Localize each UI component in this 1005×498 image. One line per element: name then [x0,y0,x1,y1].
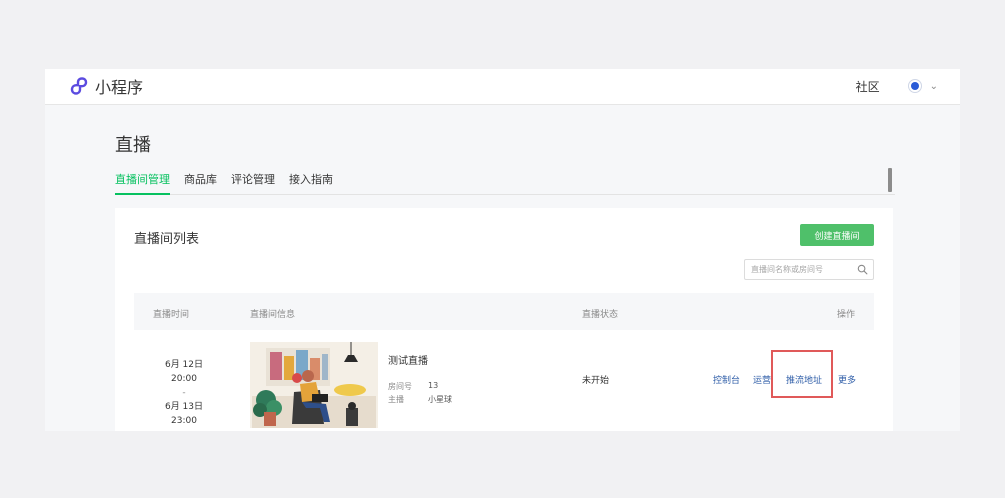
more-link[interactable]: 更多 [838,373,856,386]
tab-access-guide[interactable]: 接入指南 [289,173,333,195]
tab-product-library[interactable]: 商品库 [184,173,217,195]
search-icon[interactable] [857,264,868,275]
highlight-box [771,350,833,398]
user-avatar-icon[interactable] [907,79,922,93]
time-separator: - [182,388,186,398]
community-link[interactable]: 社区 [856,78,880,95]
table-row: 6月 12日 20:00 - 6月 13日 23:00 测试直播 房间号 13 … [134,330,874,428]
end-time: 6月 13日 23:00 [164,402,204,426]
header-actions: 操作 [837,310,856,320]
tab-live-room-management[interactable]: 直播间管理 [115,173,170,195]
live-room-cover-image[interactable] [250,342,378,428]
room-number-line: 房间号 13 [388,381,438,392]
header-time: 直播时间 [153,310,190,320]
search-box [744,259,874,280]
room-number-label: 房间号 [388,382,412,391]
start-time: 6月 12日 20:00 [164,360,204,384]
header-status: 直播状态 [582,310,619,320]
scrollbar-thumb[interactable] [888,168,892,192]
brand[interactable]: 小程序 [69,75,143,97]
search-input[interactable] [751,262,851,277]
tab-comment-management[interactable]: 评论管理 [231,173,275,195]
host-label: 主播 [388,395,404,404]
status-badge: 未开始 [582,376,610,386]
mini-program-logo-icon [70,77,88,95]
create-live-room-button[interactable]: 创建直播间 [800,224,874,246]
host-name: 小星球 [428,395,452,404]
table-header: 直播时间 直播间信息 直播状态 操作 [134,293,874,330]
card-title: 直播间列表 [134,232,200,247]
header-info: 直播间信息 [250,310,296,320]
live-room-list-card: 直播间列表 创建直播间 直播时间 直播间信息 直播状态 操作 6月 12日 20… [115,208,893,431]
top-navbar: 小程序 社区 ⌄ [45,69,960,105]
operations-link[interactable]: 运营 [753,373,771,386]
app-window: 小程序 社区 ⌄ 直播 直播间管理 商品库 评论管理 接入指南 直播间列表 创建… [45,69,960,431]
live-time: 6月 12日 20:00 - 6月 13日 23:00 [154,358,214,428]
top-right-menu: 社区 ⌄ [856,77,938,95]
room-name[interactable]: 测试直播 [388,352,428,367]
tab-bar: 直播间管理 商品库 评论管理 接入指南 [115,173,895,195]
host-line: 主播 小星球 [388,394,452,405]
page-title: 直播 [115,135,151,156]
room-number-value: 13 [428,381,439,390]
console-link[interactable]: 控制台 [713,373,740,386]
chevron-down-icon[interactable]: ⌄ [930,81,938,92]
app-name: 小程序 [95,78,144,97]
